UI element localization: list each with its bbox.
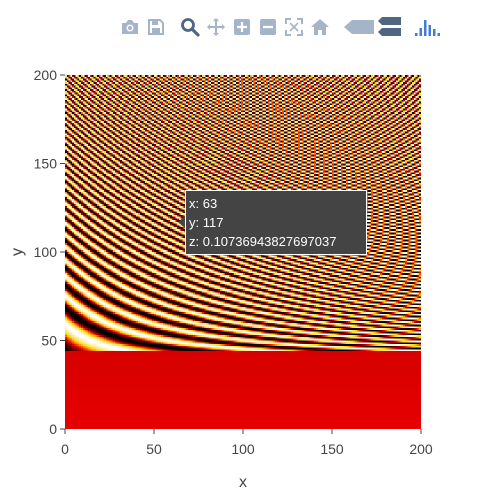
y-axis-label: y: [9, 248, 26, 256]
x-tick-label: 150: [320, 441, 344, 457]
x-axis-label: x: [239, 474, 247, 491]
y-tick-label: 200: [34, 67, 58, 83]
hover-box: x: 63 y: 117 z: 0.10736943827697037: [185, 190, 367, 255]
y-tick-label: 100: [34, 244, 58, 260]
y-tick-label: 50: [41, 333, 57, 349]
x-tick-label: 200: [409, 441, 433, 457]
x-tick-label: 100: [231, 441, 255, 457]
hover-x-value: x: 63: [189, 196, 218, 211]
y-tick-label: 0: [49, 421, 57, 437]
hover-y-value: y: 117: [189, 215, 224, 230]
y-tick-label: 150: [34, 156, 58, 172]
x-tick-label: 0: [61, 441, 69, 457]
hover-z-value: z: 0.10736943827697037: [189, 234, 337, 249]
x-tick-label: 50: [146, 441, 162, 457]
